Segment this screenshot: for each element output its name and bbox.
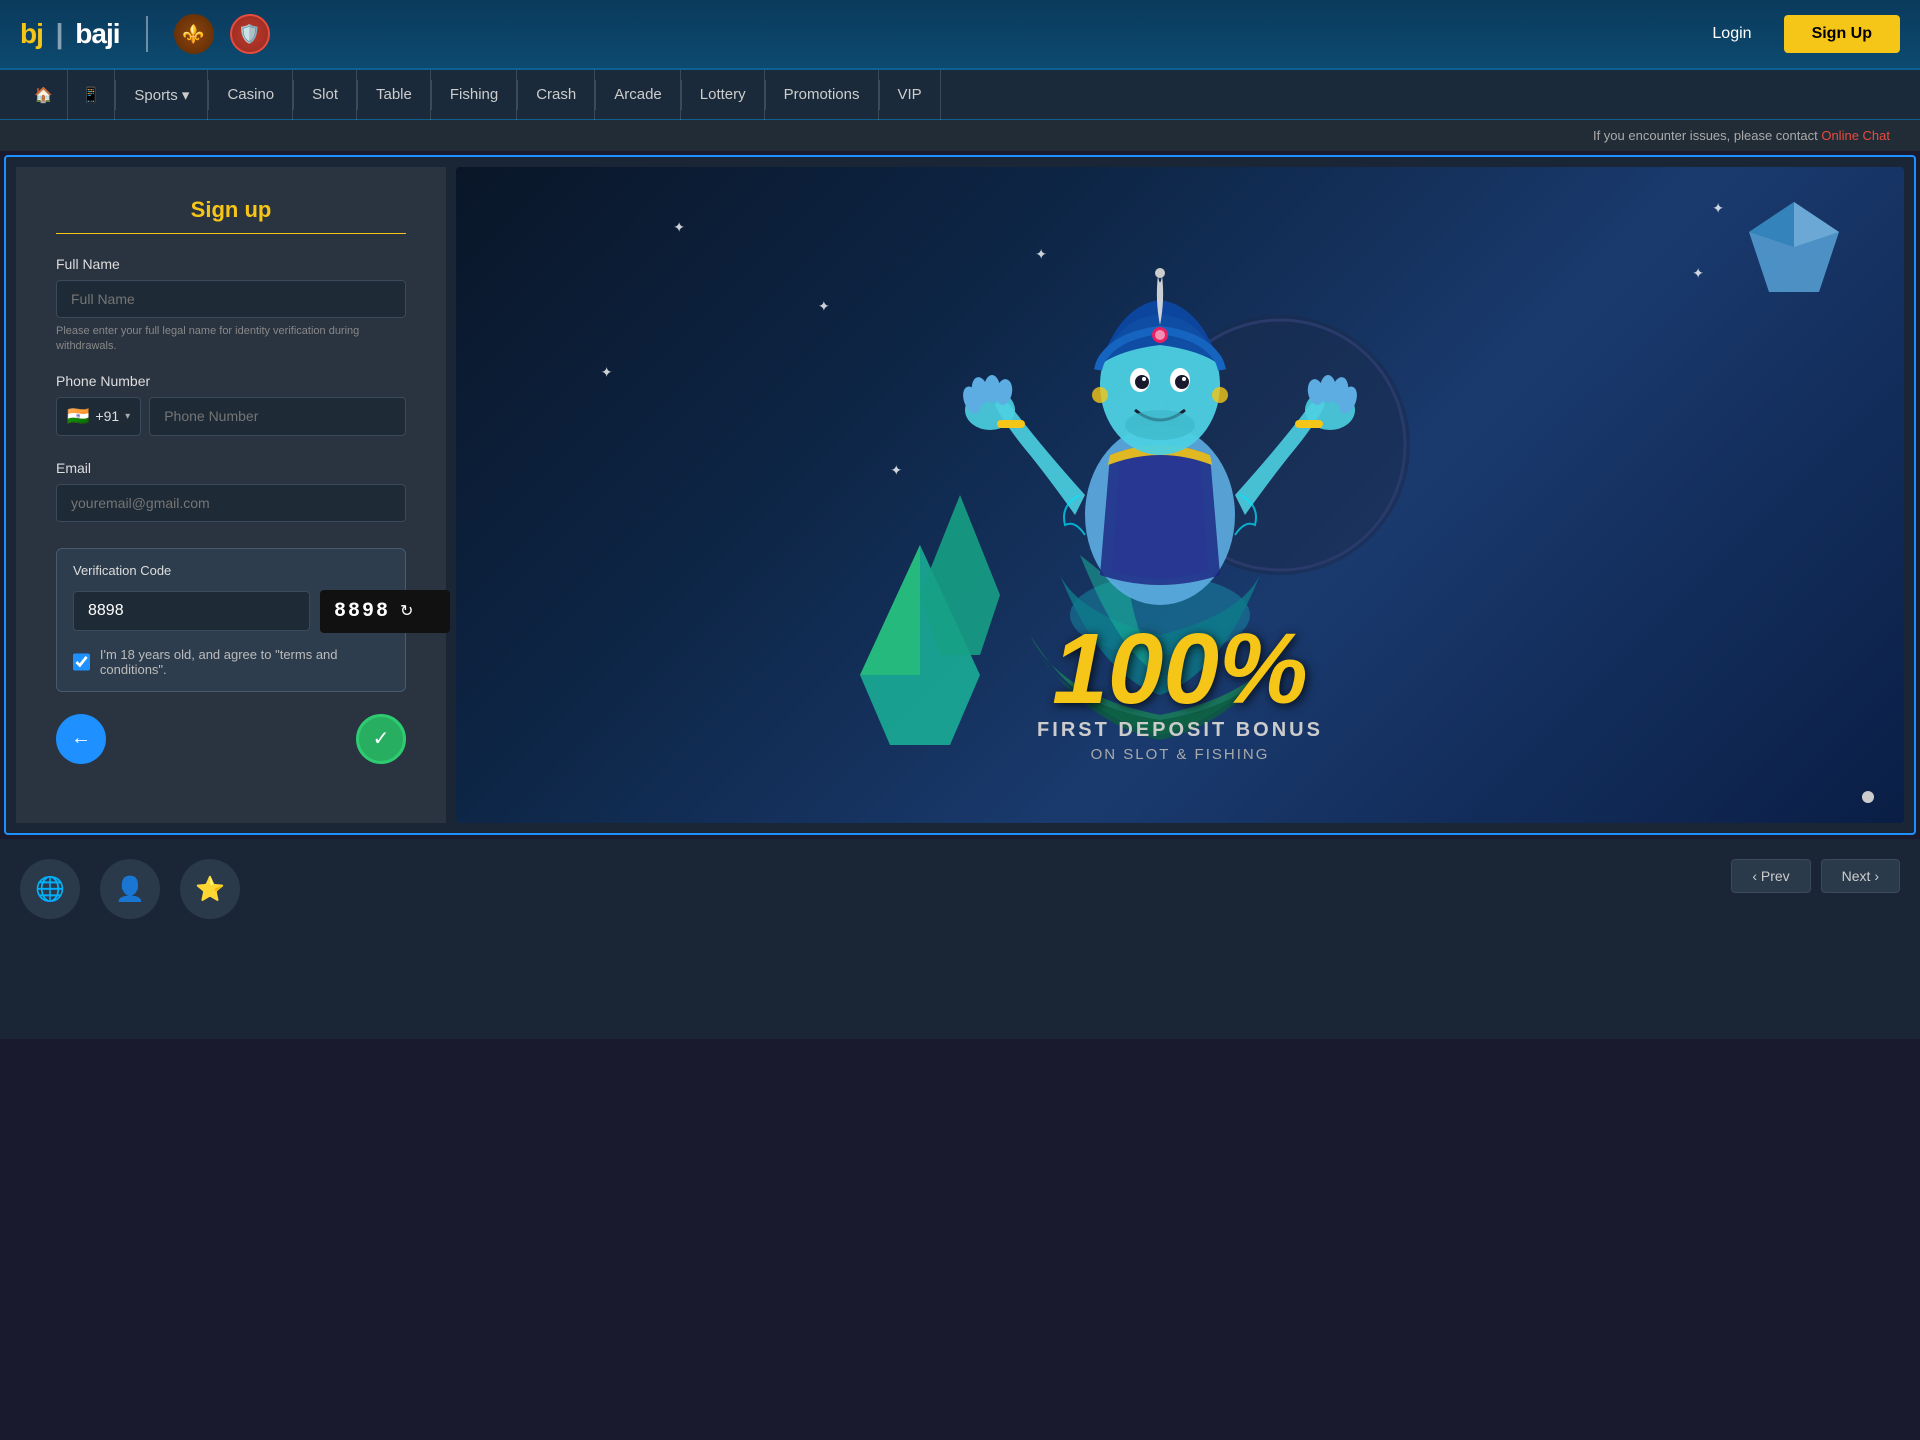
verification-box: Verification Code 8898 ↻ I'm 18 years ol… — [56, 548, 406, 692]
india-flag: 🇮🇳 — [67, 406, 89, 427]
form-bottom: ← ✓ — [56, 714, 406, 764]
captcha-display: 8898 ↻ — [320, 590, 450, 633]
captcha-code: 8898 — [334, 600, 390, 623]
nav-sports[interactable]: Sports ▾ — [116, 70, 208, 120]
banner-text: 100% FIRST DEPOSIT BONUS ON SLOT & FISHI… — [456, 619, 1904, 763]
main-content: Sign up Full Name Please enter your full… — [4, 155, 1916, 835]
bonus-percent: 100% — [456, 619, 1904, 719]
verification-row: 8898 ↻ — [73, 590, 389, 633]
signup-panel: Sign up Full Name Please enter your full… — [16, 167, 446, 823]
chevron-down-icon: ▾ — [125, 411, 130, 422]
phone-input[interactable] — [149, 397, 406, 436]
email-label: Email — [56, 460, 406, 476]
footer-icon-3[interactable]: ⭐ — [180, 859, 240, 919]
top-navbar: bj | baji ⚜️ 🛡️ Login Sign Up — [0, 0, 1920, 70]
nav-promotions[interactable]: Promotions — [766, 70, 879, 120]
banner-panel: ✦ ✦ ✦ ✦ ✦ ✦ ✦ — [456, 167, 1904, 823]
verification-label: Verification Code — [73, 563, 389, 578]
terms-text: I'm 18 years old, and agree to "terms an… — [100, 647, 389, 677]
team-logo-1: ⚜️ — [174, 14, 214, 54]
footer-next-button[interactable]: Next › — [1821, 859, 1900, 893]
nav-right: Login Sign Up — [1692, 15, 1900, 53]
back-arrow-icon: ← — [71, 727, 91, 750]
carousel-dot[interactable] — [1862, 791, 1874, 803]
terms-row: I'm 18 years old, and agree to "terms an… — [73, 647, 389, 677]
notice-bar: If you encounter issues, please contact … — [0, 120, 1920, 151]
footer-icon-2[interactable]: 👤 — [100, 859, 160, 919]
bonus-line1: FIRST DEPOSIT BONUS — [456, 719, 1904, 742]
verification-input[interactable] — [73, 591, 310, 631]
nav-table[interactable]: Table — [358, 70, 431, 120]
nav-fishing[interactable]: Fishing — [432, 70, 517, 120]
brand-name: bj | baji — [20, 18, 120, 50]
menu-bar: 🏠 📱 Sports ▾ Casino Slot Table Fishing C… — [0, 70, 1920, 120]
back-button[interactable]: ← — [56, 714, 106, 764]
nav-home[interactable]: 🏠 — [20, 70, 68, 120]
footer-icon-1[interactable]: 🌐 — [20, 859, 80, 919]
logo[interactable]: bj | baji — [20, 18, 120, 50]
nav-arcade[interactable]: Arcade — [596, 70, 681, 120]
country-code: +91 — [95, 408, 119, 424]
confirm-button[interactable]: ✓ — [356, 714, 406, 764]
terms-checkbox[interactable] — [73, 653, 90, 671]
nav-mobile[interactable]: 📱 — [68, 70, 116, 120]
phone-row: 🇮🇳 +91 ▾ — [56, 397, 406, 436]
email-input[interactable] — [56, 484, 406, 522]
login-button[interactable]: Login — [1692, 17, 1771, 51]
checkmark-icon: ✓ — [373, 726, 390, 751]
refresh-captcha-icon[interactable]: ↻ — [400, 601, 413, 621]
nav-left: bj | baji ⚜️ 🛡️ — [20, 14, 270, 54]
nav-slot[interactable]: Slot — [294, 70, 357, 120]
signup-title: Sign up — [56, 197, 406, 234]
full-name-input[interactable] — [56, 280, 406, 318]
footer-area: 🌐 👤 ⭐ ‹ Prev Next › — [0, 839, 1920, 1039]
banner-background: ✦ ✦ ✦ ✦ ✦ ✦ ✦ — [456, 167, 1904, 823]
phone-label: Phone Number — [56, 373, 406, 389]
phone-country-selector[interactable]: 🇮🇳 +91 ▾ — [56, 397, 141, 436]
nav-crash[interactable]: Crash — [518, 70, 595, 120]
nav-lottery[interactable]: Lottery — [682, 70, 765, 120]
contact-link[interactable]: Online Chat — [1821, 128, 1890, 143]
nav-casino[interactable]: Casino — [209, 70, 293, 120]
full-name-label: Full Name — [56, 256, 406, 272]
notice-text: If you encounter issues, please contact — [1593, 128, 1818, 143]
bonus-line2: ON SLOT & FISHING — [456, 746, 1904, 763]
nav-vip[interactable]: VIP — [880, 70, 941, 120]
footer-prev-button[interactable]: ‹ Prev — [1731, 859, 1810, 893]
signup-button[interactable]: Sign Up — [1784, 15, 1900, 53]
team-logo-2: 🛡️ — [230, 14, 270, 54]
full-name-hint: Please enter your full legal name for id… — [56, 324, 406, 355]
logo-divider — [146, 16, 148, 52]
